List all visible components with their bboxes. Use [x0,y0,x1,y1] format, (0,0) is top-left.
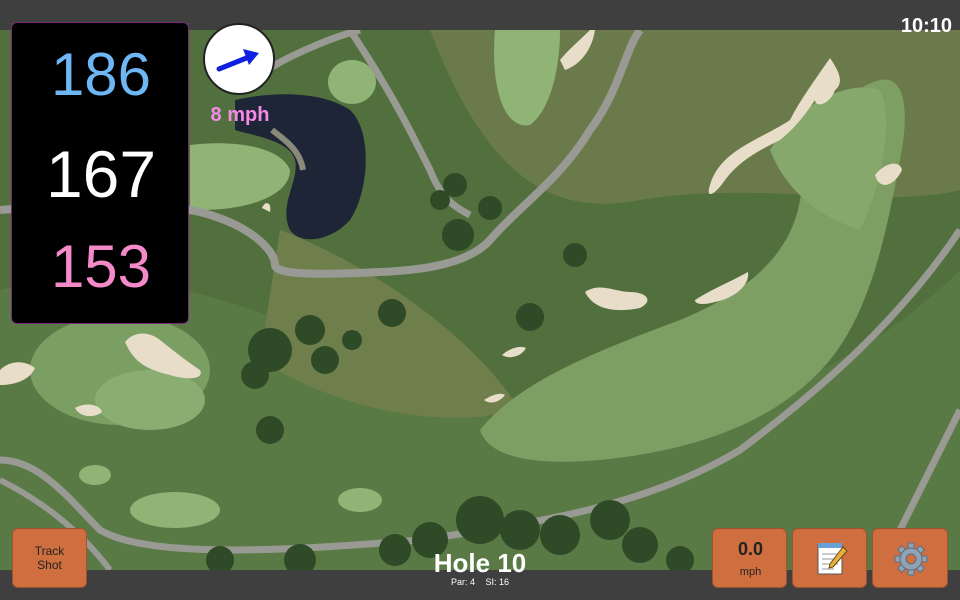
distance-front: 153 [50,233,152,300]
track-shot-label-line2: Shot [37,558,62,572]
distance-panel[interactable]: 186 167 153 [11,22,189,324]
hole-info: Par: 4 SI: 16 [380,577,580,587]
distance-center: 167 [45,137,157,211]
speed-button[interactable]: 0.0 mph [712,528,787,588]
settings-button[interactable] [872,528,948,588]
wind-indicator [203,23,275,95]
notes-button[interactable] [792,528,867,588]
clock: 10:10 [900,15,952,37]
arrow-right-icon [216,49,259,72]
wind-speed: 8 mph [210,104,270,126]
notepad-icon [817,543,848,575]
gear-icon [894,542,928,576]
hole-stroke-index: SI: 16 [485,577,510,587]
hole-title: Hole 10 [433,548,527,578]
distance-back: 186 [50,41,152,108]
track-shot-label-line1: Track [34,544,65,558]
speed-unit: mph [739,566,762,578]
track-shot-button[interactable]: Track Shot [12,528,87,588]
hole-par: Par: 4 [450,577,475,587]
speed-value: 0.0 [737,539,764,559]
